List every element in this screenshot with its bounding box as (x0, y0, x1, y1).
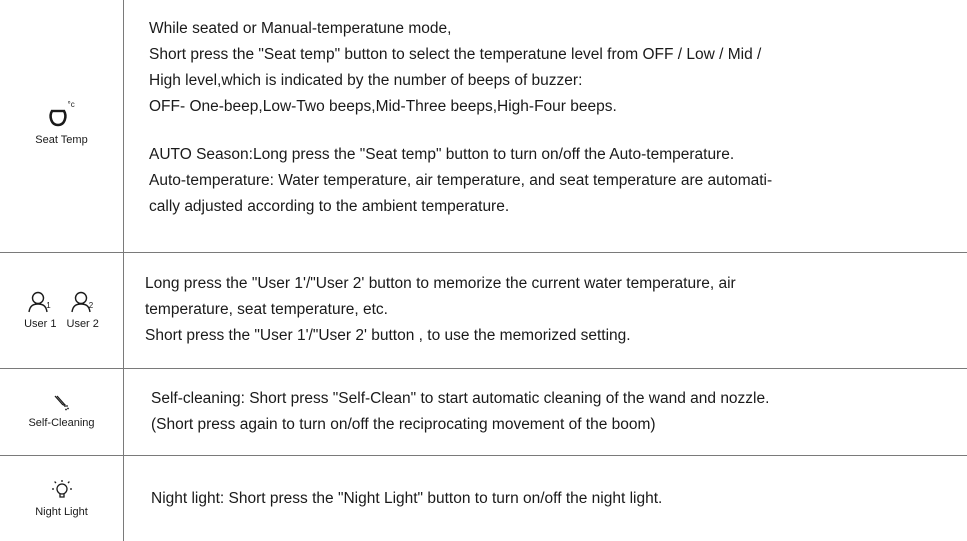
row-divider (0, 368, 967, 369)
light-bulb-icon (51, 479, 73, 501)
user-icon: 2 (71, 291, 95, 313)
seat-temp-description: While seated or Manual-temperatune mode,… (149, 16, 772, 220)
self-cleaning-description: Self-cleaning: Short press "Self-Clean" … (151, 386, 769, 438)
description-line: Long press the "User 1'/"User 2' button … (145, 275, 736, 292)
description-line: OFF- One-beep,Low-Two beeps,Mid-Three be… (149, 98, 617, 115)
user-2-item: 2 User 2 (67, 291, 99, 330)
description-line: Self-cleaning: Short press "Self-Clean" … (151, 390, 770, 407)
description-line: High level,which is indicated by the num… (149, 72, 583, 89)
user-cell: 1 User 1 2 User 2 (0, 252, 123, 368)
user-1-subscript: 1 (46, 300, 51, 310)
celsius-mark: °c (67, 99, 75, 109)
user-icon: 1 (28, 291, 52, 313)
description-line: Night light: Short press the "Night Ligh… (151, 490, 663, 507)
description-line: temperature, seat temperature, etc. (145, 301, 388, 318)
row-divider (0, 252, 967, 253)
description-line: While seated or Manual-temperatune mode, (149, 20, 452, 37)
user-1-label: User 1 (24, 317, 57, 330)
user-icons-group: 1 User 1 2 User 2 (24, 291, 99, 330)
self-cleaning-cell: Self-Cleaning (0, 368, 123, 455)
description-line: AUTO Season:Long press the "Seat temp" b… (149, 146, 735, 163)
night-light-cell: Night Light (0, 455, 123, 541)
description-line: (Short press again to turn on/off the re… (151, 416, 656, 433)
seat-temp-icon: °c (47, 100, 77, 129)
column-divider (123, 0, 124, 541)
user-2-label: User 2 (66, 317, 99, 330)
row-divider (0, 455, 967, 456)
instruction-table: °c Seat Temp While seated or Manual-temp… (0, 0, 967, 541)
description-line: Short press the "User 1'/"User 2' button… (145, 327, 631, 344)
self-cleaning-label: Self-Cleaning (28, 417, 95, 429)
user-2-subscript: 2 (88, 300, 94, 310)
user-1-item: 1 User 1 (24, 291, 57, 330)
seat-temp-cell: °c Seat Temp (0, 0, 123, 252)
user-description: Long press the "User 1'/"User 2' button … (145, 271, 736, 349)
night-light-description: Night light: Short press the "Night Ligh… (151, 486, 662, 512)
seat-temp-label: Seat Temp (35, 133, 88, 146)
description-line: Auto-temperature: Water temperature, air… (149, 172, 773, 189)
night-light-label: Night Light (35, 505, 88, 518)
description-line: cally adjusted according to the ambient … (149, 198, 510, 215)
self-clean-wand-icon (53, 394, 71, 412)
description-line: Short press the "Seat temp" button to se… (149, 46, 762, 63)
